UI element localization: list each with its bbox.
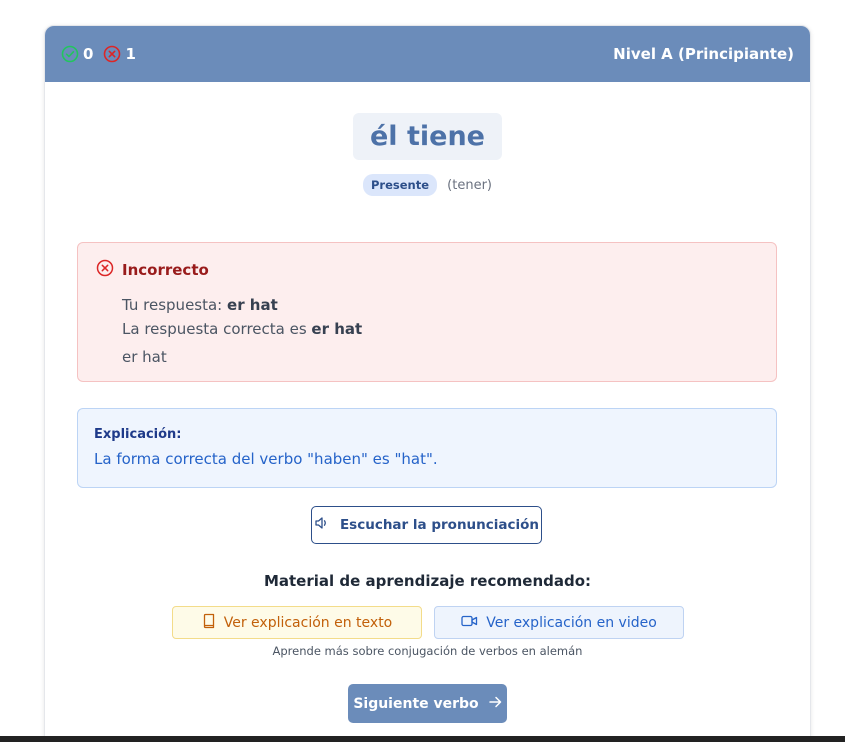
infinitive-label: (tener) [447,177,492,193]
text-explanation-button[interactable]: Ver explicación en texto [172,606,422,639]
incorrect-count: 1 [125,45,136,63]
learn-more-note: Aprende más sobre conjugación de verbos … [272,644,583,658]
verb-section: él tiene [45,113,810,160]
video-explanation-label: Ver explicación en video [486,614,657,631]
x-circle-icon [103,45,125,63]
video-explanation-button[interactable]: Ver explicación en video [434,606,684,639]
card-header: 0 1 Nivel A (Principiante) [45,26,810,82]
explanation-text: La forma correcta del verbo "haben" es "… [94,450,438,468]
video-icon [461,615,486,631]
listen-label: Escuchar la pronunciación [339,517,540,533]
book-icon [202,613,224,633]
explanation-title: Explicación: [94,427,182,442]
your-answer-value: er hat [227,296,278,314]
your-answer-label: Tu respuesta: [122,296,228,314]
tense-line: Presente (tener) [45,174,810,196]
score-display: 0 1 [61,45,146,63]
feedback-box: Incorrecto Tu respuesta: er hat La respu… [77,242,777,382]
correct-answer-value: er hat [311,320,363,338]
next-verb-button[interactable]: Siguiente verbo [348,684,507,723]
quiz-card: 0 1 Nivel A (Principiante) él tiene Pres… [44,25,811,742]
bottom-bar [0,736,845,742]
material-title: Material de aprendizaje recomendado: [263,572,592,590]
correct-answer-label: La respuesta correcta es [122,320,312,338]
explanation-box: Explicación: La forma correcta del verbo… [77,408,777,488]
listen-pronunciation-button[interactable]: Escuchar la pronunciación [311,506,542,544]
level-label: Nivel A (Principiante) [613,45,794,63]
your-answer-line: Tu respuesta: er hat [122,293,758,317]
check-circle-icon [61,45,83,63]
verb-prompt: él tiene [353,113,502,160]
correct-answer-line: La respuesta correcta es er hat [122,317,758,341]
next-verb-label: Siguiente verbo [353,695,479,712]
x-circle-icon [96,259,122,281]
answer-extra-line: er hat [122,348,167,366]
feedback-title-text: Incorrecto [122,261,209,279]
feedback-details: Tu respuesta: er hat La respuesta correc… [122,293,758,369]
correct-score: 0 [61,45,93,63]
feedback-title: Incorrecto [96,259,758,281]
incorrect-score: 1 [103,45,136,63]
tense-badge: Presente [363,174,438,196]
correct-count: 0 [83,45,94,63]
volume-icon [314,516,340,534]
text-explanation-label: Ver explicación en texto [223,614,393,631]
page: 0 1 Nivel A (Principiante) él tiene Pres… [0,0,845,742]
arrow-right-icon [479,696,502,712]
